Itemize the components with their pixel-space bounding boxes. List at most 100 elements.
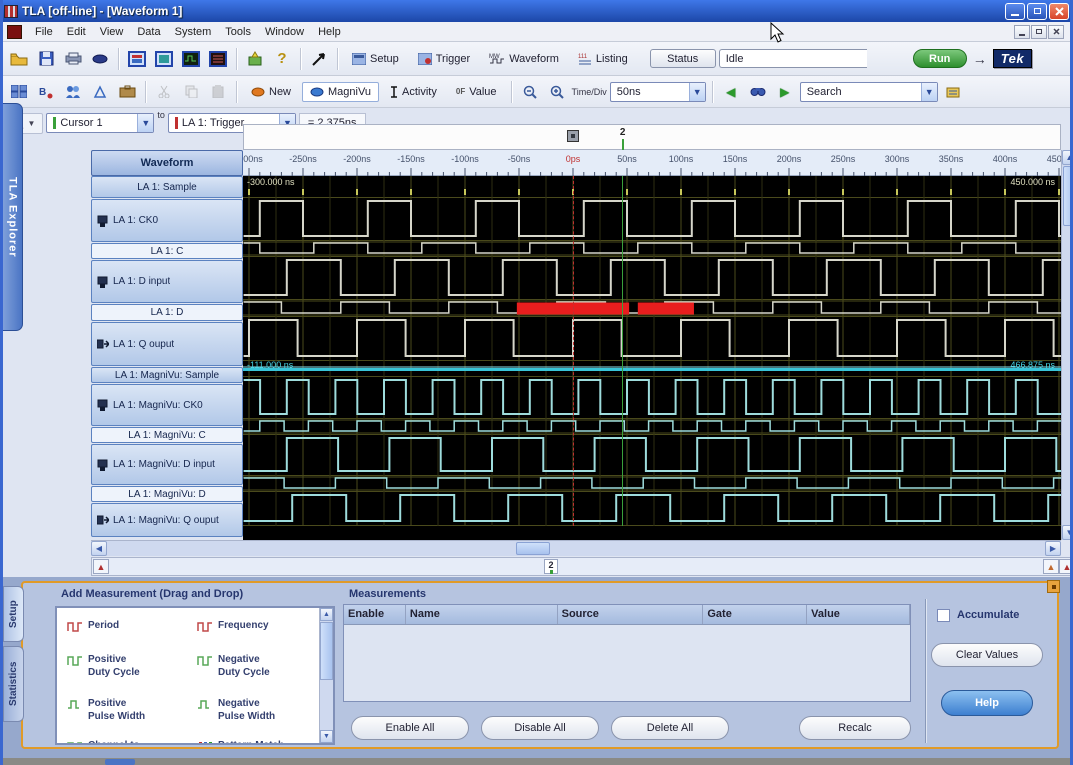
cut-button[interactable] [152,80,176,104]
find-button[interactable] [746,80,770,104]
menu-data[interactable]: Data [130,24,167,40]
menu-window[interactable]: Window [258,24,311,40]
listing-window-button[interactable] [206,47,230,71]
trigger-window-button[interactable] [152,47,176,71]
mdi-close-button[interactable] [1048,25,1064,39]
cursor2-marker[interactable]: 2 [618,127,628,138]
folder-options-button[interactable] [115,80,139,104]
measurement-item-positive-duty-cycle[interactable]: PositiveDuty Cycle [67,654,192,679]
disable-all-button[interactable]: Disable All [481,716,599,740]
waveform-button[interactable]: MW Waveform [481,48,567,69]
pointer-tool-button[interactable] [307,47,331,71]
scroll-down-button[interactable]: ▼ [1062,525,1073,540]
delete-all-button[interactable]: Delete All [611,716,729,740]
waveform-label-0[interactable]: LA 1: Sample [91,176,243,198]
waveform-lane-1[interactable] [243,198,1061,241]
measurement-item-period[interactable]: Period [67,620,192,639]
right-position-marker[interactable]: ▲ [1043,559,1059,574]
vertical-scrollbar[interactable]: ▲ ▼ [1061,150,1073,540]
probe-setup-button[interactable]: B [34,80,58,104]
zoom-out-button[interactable] [518,80,542,104]
waveform-label-5[interactable]: LA 1: Q ouput [91,322,243,366]
help-button[interactable]: Help [941,690,1033,716]
menu-view[interactable]: View [93,24,131,40]
restore-button[interactable] [1027,3,1047,20]
waveform-label-8[interactable]: LA 1: MagniVu: C [91,427,243,443]
horizontal-scroll-thumb[interactable] [516,542,550,555]
group-button[interactable] [61,80,85,104]
list-scroll-up-button[interactable]: ▲ [320,608,333,621]
search-options-button[interactable] [941,80,965,104]
column-header-gate[interactable]: Gate [703,605,807,624]
waveform-label-10[interactable]: LA 1: MagniVu: D [91,486,243,502]
waveform-lane-6[interactable]: -111.000 ns466.875 ns [243,361,1061,377]
mdi-minimize-button[interactable] [1014,25,1030,39]
chevron-down-icon[interactable]: ▼ [689,83,705,101]
trigger-marker[interactable] [567,130,579,142]
waveform-lane-9[interactable] [243,435,1061,476]
measurement-item-channel-to-channel-delay[interactable]: Channel toChannel Delay [67,740,192,745]
corner-position-marker[interactable]: ▲ [1059,559,1073,574]
menu-help[interactable]: Help [311,24,348,40]
listing-button[interactable]: 111 Listing [570,48,636,69]
enable-all-button[interactable]: Enable All [351,716,469,740]
column-header-name[interactable]: Name [406,605,558,624]
waveform-lane-0[interactable]: -300.000 ns450.000 ns [243,176,1061,198]
measurement-item-frequency[interactable]: Frequency [197,620,322,639]
position-indicator-track[interactable]: ▲ 2 ▲ ▲ [91,557,1073,576]
setup-button[interactable]: Setup [344,49,407,69]
waveform-label-4[interactable]: LA 1: D [91,304,243,321]
waveform-lane-5[interactable] [243,317,1061,361]
setup-window-button[interactable] [125,47,149,71]
recalc-button[interactable]: Recalc [799,716,911,740]
measurement-item-positive-pulse-width[interactable]: PositivePulse Width [67,698,192,723]
scroll-left-button[interactable]: ◀ [91,541,107,556]
cursor2-position-flag[interactable]: 2 [544,559,558,574]
run-button[interactable]: Run [913,49,967,68]
cursor1-combo[interactable]: Cursor 1 ▼ [46,113,154,133]
left-position-marker[interactable]: ▲ [93,559,109,574]
chevron-down-icon[interactable]: ▼ [137,114,153,132]
timediv-combo[interactable]: 50ns ▼ [610,82,706,102]
menu-system[interactable]: System [168,24,219,40]
horizontal-scrollbar[interactable]: ◀ ▶ [91,540,1061,556]
measurement-item-negative-duty-cycle[interactable]: NegativeDuty Cycle [197,654,322,679]
zoom-in-button[interactable] [545,80,569,104]
waveform-canvas[interactable]: -300.000 ns450.000 ns -111.000 ns466.875 … [243,176,1061,540]
mdi-restore-button[interactable] [1031,25,1047,39]
column-header-value[interactable]: Value [807,605,910,624]
waveform-lane-3[interactable] [243,257,1061,300]
waveform-label-9[interactable]: LA 1: MagniVu: D input [91,444,243,485]
search-combo[interactable]: Search ▼ [800,82,938,102]
drawing-tool-button[interactable] [88,80,112,104]
document-icon[interactable] [7,25,22,39]
tab-setup[interactable]: Setup [3,586,24,642]
list-scroll-down-button[interactable]: ▼ [320,730,333,743]
measurements-table-body[interactable] [344,625,910,702]
waveform-lane-2[interactable] [243,241,1061,257]
waveform-lane-8[interactable] [243,419,1061,435]
waveform-label-6[interactable]: LA 1: MagniVu: Sample [91,367,243,383]
scroll-right-button[interactable]: ▶ [1045,541,1061,556]
list-scroll-thumb[interactable] [320,622,333,680]
clear-values-button[interactable]: Clear Values [931,643,1043,667]
search-prev-button[interactable]: ◀ [719,80,743,104]
trigger-button[interactable]: Trigger [410,49,478,69]
waveform-label-1[interactable]: LA 1: CK0 [91,199,243,242]
time-ruler[interactable]: -300ns-250ns-200ns-150ns-100ns-50ns0ps50… [243,150,1061,176]
add-measurement-list[interactable]: Pattern MatchChannel toChannel DelayNega… [55,606,335,745]
waveform-window-button[interactable] [179,47,203,71]
waveform-lane-11[interactable] [243,492,1061,526]
waveform-label-7[interactable]: LA 1: MagniVu: CK0 [91,384,243,426]
column-header-enable[interactable]: Enable [344,605,406,624]
waveform-lane-10[interactable] [243,476,1061,492]
accumulate-checkbox[interactable] [937,609,950,622]
waveform-label-2[interactable]: LA 1: C [91,243,243,259]
export-button[interactable] [88,47,112,71]
waveform-column-header[interactable]: Waveform [91,150,243,176]
tab-statistics[interactable]: Statistics [3,646,24,722]
value-button[interactable]: 0F Value [448,82,505,102]
tla-explorer-tab[interactable]: TLA Explorer [3,103,23,331]
measurements-table[interactable]: EnableNameSourceGateValue [343,604,911,702]
menu-tools[interactable]: Tools [218,24,258,40]
